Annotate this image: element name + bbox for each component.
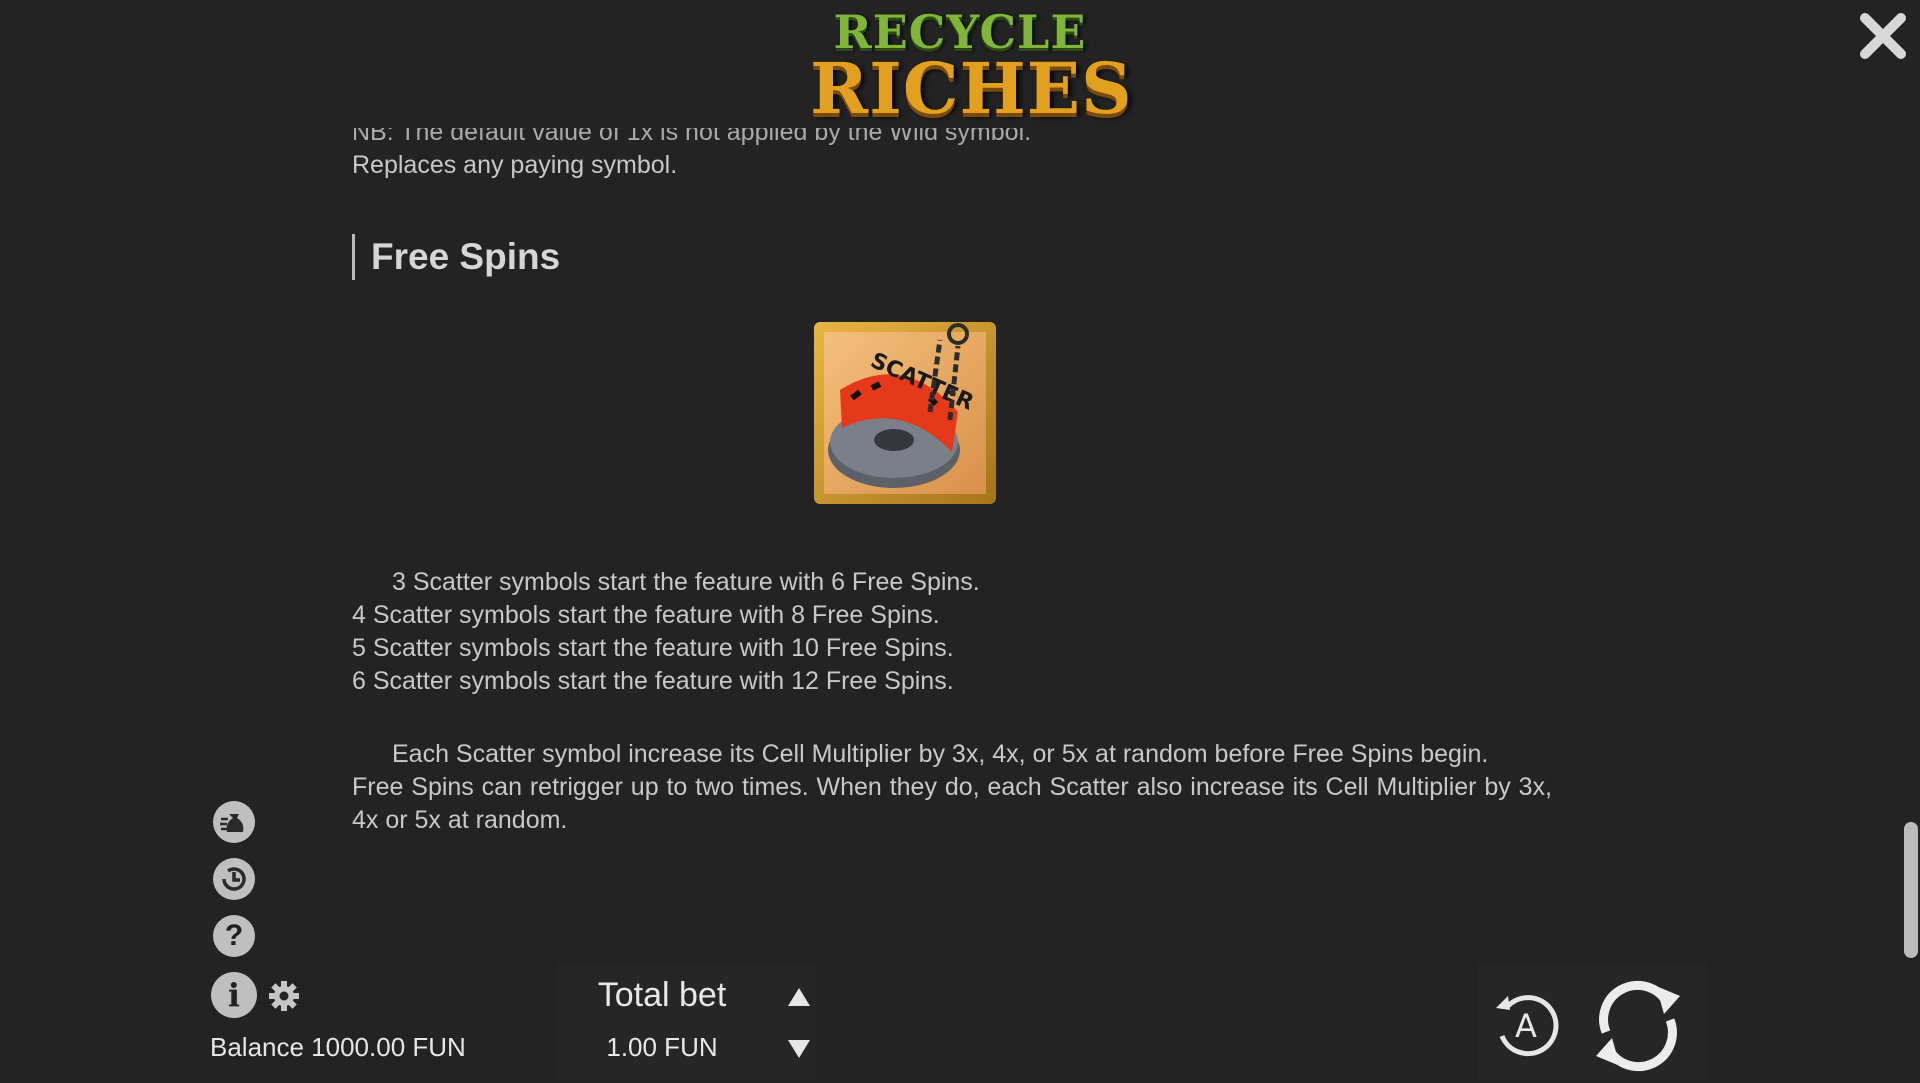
close-icon [1860, 13, 1906, 59]
total-bet-label: Total bet [597, 976, 727, 1014]
gear-icon [269, 981, 299, 1011]
help-button[interactable]: ? [213, 915, 255, 957]
autoplay-icon: A [1496, 995, 1559, 1057]
history-icon [214, 859, 254, 899]
money-bag-icon [214, 802, 254, 842]
autoplay-glyph: A [1515, 1007, 1537, 1045]
settings-button[interactable] [268, 980, 300, 1012]
spin-icon [1596, 980, 1680, 1072]
wild-description: Replaces any paying symbol. [352, 151, 678, 179]
truncated-note: NB: The default value of 1x is not appli… [352, 128, 1032, 146]
retrigger-text: Free Spins can retrigger up to two times… [352, 773, 1552, 834]
bet-panel: Total bet 1.00 FUN [556, 962, 816, 1080]
bet-settings-button[interactable] [213, 801, 255, 843]
arrow-down-icon [788, 1040, 810, 1058]
multiplier-text: Each Scatter symbol increase its Cell Mu… [392, 740, 1489, 768]
scatter-line: 4 Scatter symbols start the feature with… [352, 601, 940, 629]
close-button[interactable] [1855, 8, 1911, 64]
scatter-line: 5 Scatter symbols start the feature with… [352, 634, 954, 662]
bet-increase-button[interactable] [784, 982, 814, 1012]
spin-button[interactable] [1586, 974, 1690, 1078]
spin-controls: A [1478, 962, 1708, 1080]
scatter-line: 3 Scatter symbols start the feature with… [392, 568, 980, 596]
arrow-up-icon [788, 988, 810, 1006]
scatter-symbol: SCATTER [812, 320, 998, 506]
logo-line2: RICHES [810, 47, 1133, 130]
scatter-line: 6 Scatter symbols start the feature with… [352, 667, 954, 695]
game-logo: RECYCLE RICHES [810, 2, 1133, 130]
scrollbar-thumb[interactable] [1904, 822, 1918, 958]
multiplier-paragraph: Each Scatter symbol increase its Cell Mu… [352, 738, 1552, 837]
help-icon: ? [224, 919, 244, 952]
help-content: NB: The default value of 1x is not appli… [352, 128, 1552, 948]
bet-decrease-button[interactable] [784, 1034, 814, 1064]
section-title-free-spins: Free Spins [352, 234, 1552, 280]
history-button[interactable] [213, 858, 255, 900]
autoplay-button[interactable]: A [1488, 988, 1564, 1064]
balance-display: Balance 1000.00 FUN [210, 1032, 466, 1062]
info-icon: i [227, 976, 241, 1014]
scatter-paragraph: 3 Scatter symbols start the feature with… [352, 566, 1552, 698]
total-bet-value: 1.00 FUN [606, 1032, 718, 1062]
info-button[interactable]: i [211, 972, 257, 1018]
